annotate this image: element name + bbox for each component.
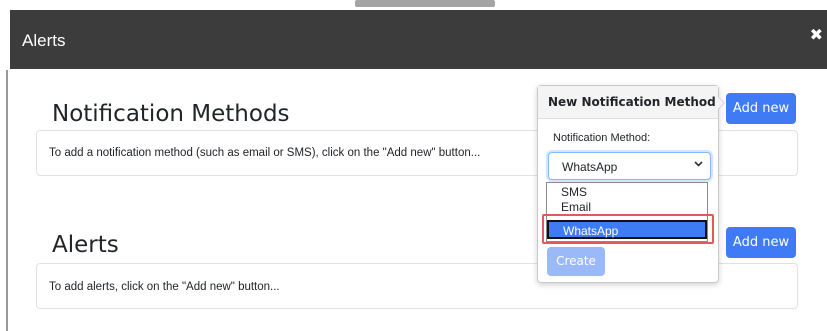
alerts-info-text: To add alerts, click on the "Add new" bu… [49, 281, 280, 293]
dialog-title: Alerts [22, 31, 66, 50]
add-notification-method-button[interactable]: Add new [726, 93, 796, 124]
option-email[interactable]: Email [547, 199, 707, 215]
notification-method-select[interactable]: WhatsApp [548, 152, 711, 180]
option-sms[interactable]: SMS [547, 184, 707, 200]
notification-methods-heading: Notification Methods [52, 101, 290, 127]
popover-title: New Notification Method [538, 86, 718, 119]
chevron-down-icon [694, 159, 703, 170]
notification-method-label: Notification Method: [553, 132, 651, 144]
highlight-annotation [542, 214, 714, 244]
alerts-heading: Alerts [52, 232, 119, 258]
background-divider [6, 70, 8, 331]
popover-arrow-inner [718, 97, 724, 109]
background-window-text [355, 0, 495, 7]
notification-methods-info-text: To add a notification method (such as em… [49, 147, 481, 159]
background-window-strip [0, 0, 827, 10]
background-window-edge [0, 10, 10, 331]
close-icon[interactable]: ✖ [810, 25, 823, 44]
dialog-header: Alerts ✖ [10, 10, 827, 69]
select-value: WhatsApp [562, 160, 618, 174]
create-button[interactable]: Create [547, 247, 605, 276]
add-alert-button[interactable]: Add new [726, 227, 796, 258]
